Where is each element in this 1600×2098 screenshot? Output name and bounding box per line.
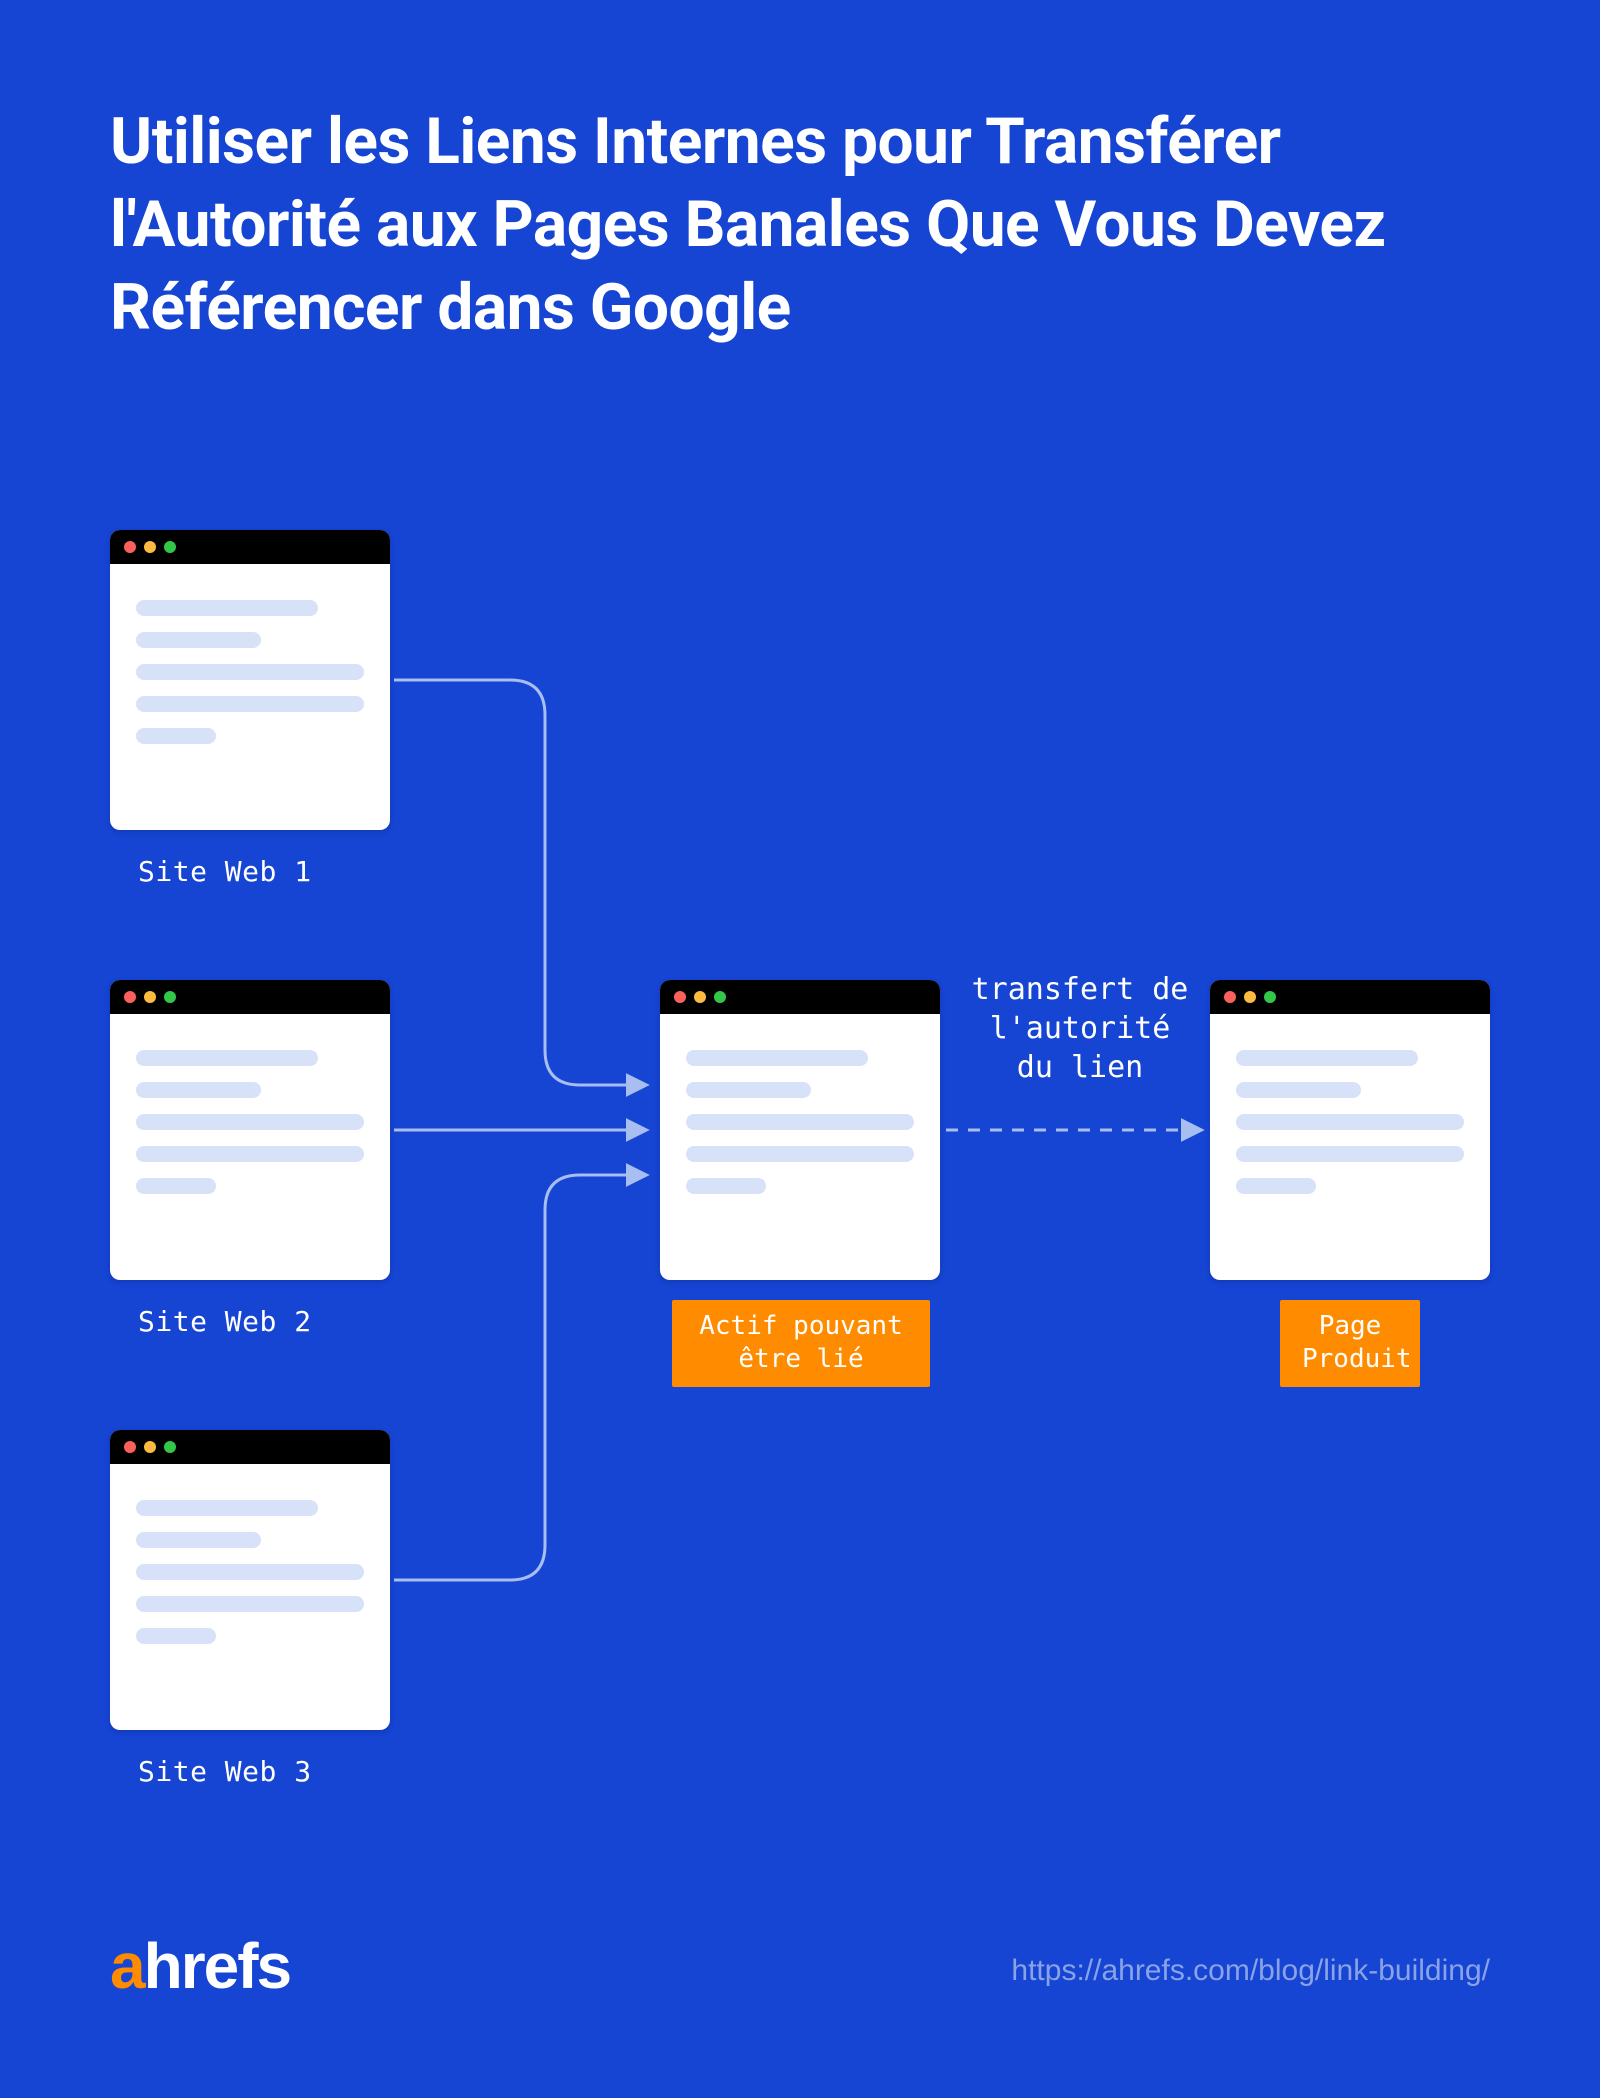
brand-logo-accent: a [110, 1930, 144, 2002]
label-site2: Site Web 2 [138, 1305, 312, 1338]
traffic-light-min-icon [144, 1441, 156, 1453]
window-bar [110, 1430, 390, 1464]
window-bar [660, 980, 940, 1014]
browser-linkable-asset [660, 980, 940, 1280]
brand-logo-text: hrefs [144, 1930, 291, 2002]
traffic-light-min-icon [1244, 991, 1256, 1003]
page-content-placeholder [110, 564, 390, 786]
connector-site1-asset [394, 680, 645, 1085]
brand-logo: ahrefs [110, 1929, 290, 2003]
browser-site2 [110, 980, 390, 1280]
traffic-light-close-icon [674, 991, 686, 1003]
browser-product-page [1210, 980, 1490, 1280]
window-bar [110, 980, 390, 1014]
window-bar [1210, 980, 1490, 1014]
page-content-placeholder [110, 1464, 390, 1686]
window-bar [110, 530, 390, 564]
traffic-light-close-icon [124, 991, 136, 1003]
traffic-light-max-icon [164, 991, 176, 1003]
traffic-light-min-icon [144, 541, 156, 553]
page-title: Utiliser les Liens Internes pour Transfé… [110, 100, 1490, 350]
badge-linkable-asset: Actif pouvant être lié [672, 1300, 930, 1387]
page-content-placeholder [660, 1014, 940, 1236]
traffic-light-close-icon [124, 1441, 136, 1453]
traffic-light-max-icon [164, 1441, 176, 1453]
traffic-light-max-icon [1264, 991, 1276, 1003]
traffic-light-min-icon [694, 991, 706, 1003]
traffic-light-min-icon [144, 991, 156, 1003]
traffic-light-max-icon [714, 991, 726, 1003]
label-transfer-authority: transfert de l'autorité du lien [955, 970, 1205, 1087]
footer-url: https://ahrefs.com/blog/link-building/ [1011, 1954, 1490, 1988]
traffic-light-close-icon [1224, 991, 1236, 1003]
traffic-light-close-icon [124, 541, 136, 553]
connector-site3-asset [394, 1175, 645, 1580]
label-site1: Site Web 1 [138, 855, 312, 888]
page-content-placeholder [110, 1014, 390, 1236]
label-site3: Site Web 3 [138, 1755, 312, 1788]
badge-product-page: Page Produit [1280, 1300, 1420, 1387]
browser-site3 [110, 1430, 390, 1730]
browser-site1 [110, 530, 390, 830]
traffic-light-max-icon [164, 541, 176, 553]
page-content-placeholder [1210, 1014, 1490, 1236]
